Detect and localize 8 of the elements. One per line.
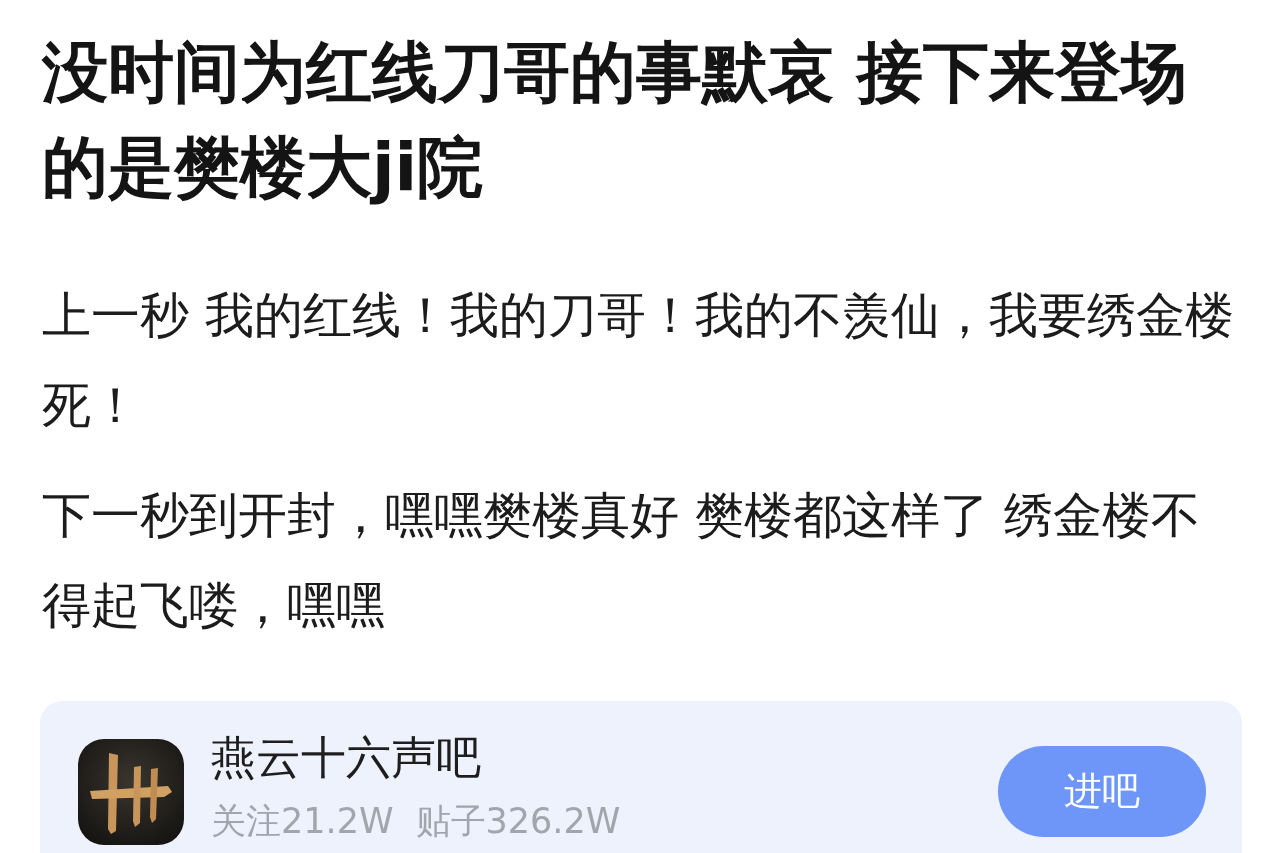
forum-stat: 关注21.2W bbox=[211, 800, 394, 843]
post-title: 没时间为红线刀哥的事默哀 接下来登场的是樊楼大ji院 bbox=[42, 33, 1188, 208]
forum-card[interactable]: 燕云十六声吧 关注21.2W 贴子326.2W 进吧 bbox=[40, 701, 1242, 853]
calligraphy-logo-icon bbox=[78, 739, 184, 845]
post-paragraph: 下一秒到开封，嘿嘿樊楼真好 樊楼都这样了 绣金楼不得起飞喽，嘿嘿 bbox=[42, 486, 1202, 636]
forum-stat: 贴子326.2W bbox=[415, 800, 621, 843]
post-paragraph: 上一秒 我的红线！我的刀哥！我的不羡仙，我要绣金楼死！ bbox=[42, 286, 1235, 436]
forum-name: 燕云十六声吧 bbox=[211, 731, 482, 785]
